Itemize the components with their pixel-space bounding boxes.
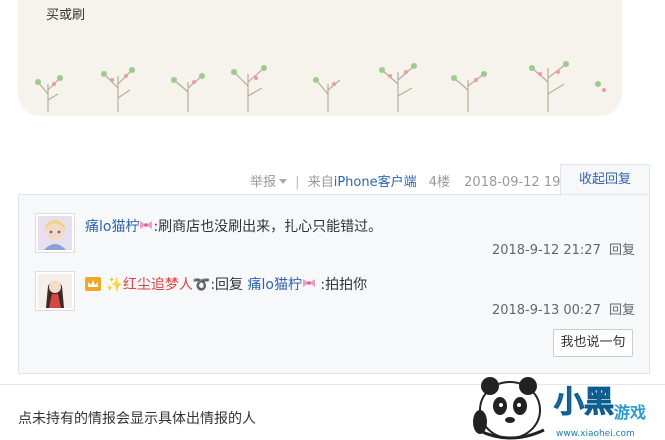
chevron-down-icon[interactable]	[279, 179, 288, 184]
comment-text: :刷商店也没刷出来，扎心只能错过。	[153, 219, 383, 235]
add-comment-button[interactable]: 我也说一句	[553, 329, 633, 357]
comment-reply-word: :回复	[210, 277, 244, 293]
svg-text:游戏: 游戏	[614, 403, 646, 422]
post-content-card: 买或刷	[18, 0, 622, 116]
ribbon-icon: ➰	[192, 277, 211, 293]
bow-icon	[140, 221, 153, 229]
brand-text: 小黑 游戏 www.xiaohei.com	[554, 385, 647, 440]
post-meta-row: 举报 | 来自iPhone客户端 4楼 2018-09-12 19:10 收起回…	[0, 164, 665, 194]
comment-reply-link[interactable]: 回复	[609, 243, 635, 258]
comment-time: 2018-9-12 21:27	[491, 243, 601, 258]
meta-separator: |	[295, 175, 300, 190]
comment-box: 痛lo猫柠 :刷商店也没刷出来，扎心只能错过。 2018-9-12 21:27 回…	[18, 194, 650, 374]
crown-badge-icon	[85, 277, 101, 291]
avatar[interactable]	[35, 271, 75, 311]
avatar-anime-boy-icon	[38, 216, 72, 250]
comment-line: ✨红尘追梦人➰:回复 痛lo猫柠 :拍拍你	[85, 274, 367, 294]
comment-footer: 2018-9-12 21:27 回复	[492, 239, 635, 258]
sparkle-icon: ✨	[105, 277, 123, 293]
avatar-anime-girl-icon	[38, 274, 72, 308]
comment-username[interactable]: 红尘追梦人	[123, 277, 193, 293]
next-post-text: 点未持有的情报会显示具体出情报的人	[18, 411, 256, 427]
svg-text:小黑: 小黑	[554, 385, 614, 420]
xiaohei-logo-watermark: 小黑 游戏 www.xiaohei.com	[473, 377, 647, 440]
reply-to-username[interactable]: 痛lo猫柠	[248, 277, 302, 293]
comment-time: 2018-9-13 00:27	[491, 303, 601, 318]
post-text: 买或刷	[46, 8, 86, 23]
comment-reply-link[interactable]: 回复	[609, 303, 635, 318]
bow-icon	[302, 279, 315, 287]
collapse-replies-button[interactable]: 收起回复	[560, 164, 650, 194]
watermark-url: www.xiaohei.com	[556, 429, 635, 439]
source-label: 来自	[307, 175, 334, 190]
comment-text: :拍拍你	[320, 277, 368, 293]
avatar[interactable]	[35, 213, 75, 253]
post-meta: 举报 | 来自iPhone客户端 4楼 2018-09-12 19:10	[250, 171, 581, 190]
panda-mascot-icon	[473, 377, 545, 440]
floral-trees-decoration	[35, 61, 606, 112]
source-link[interactable]: iPhone客户端	[334, 175, 417, 190]
comment-line: 痛lo猫柠 :刷商店也没刷出来，扎心只能错过。	[85, 216, 382, 236]
report-link[interactable]: 举报	[250, 175, 276, 190]
comment-footer: 2018-9-13 00:27 回复	[492, 299, 635, 318]
comment-username[interactable]: 痛lo猫柠	[85, 219, 139, 235]
floor-number: 4楼	[428, 175, 451, 190]
